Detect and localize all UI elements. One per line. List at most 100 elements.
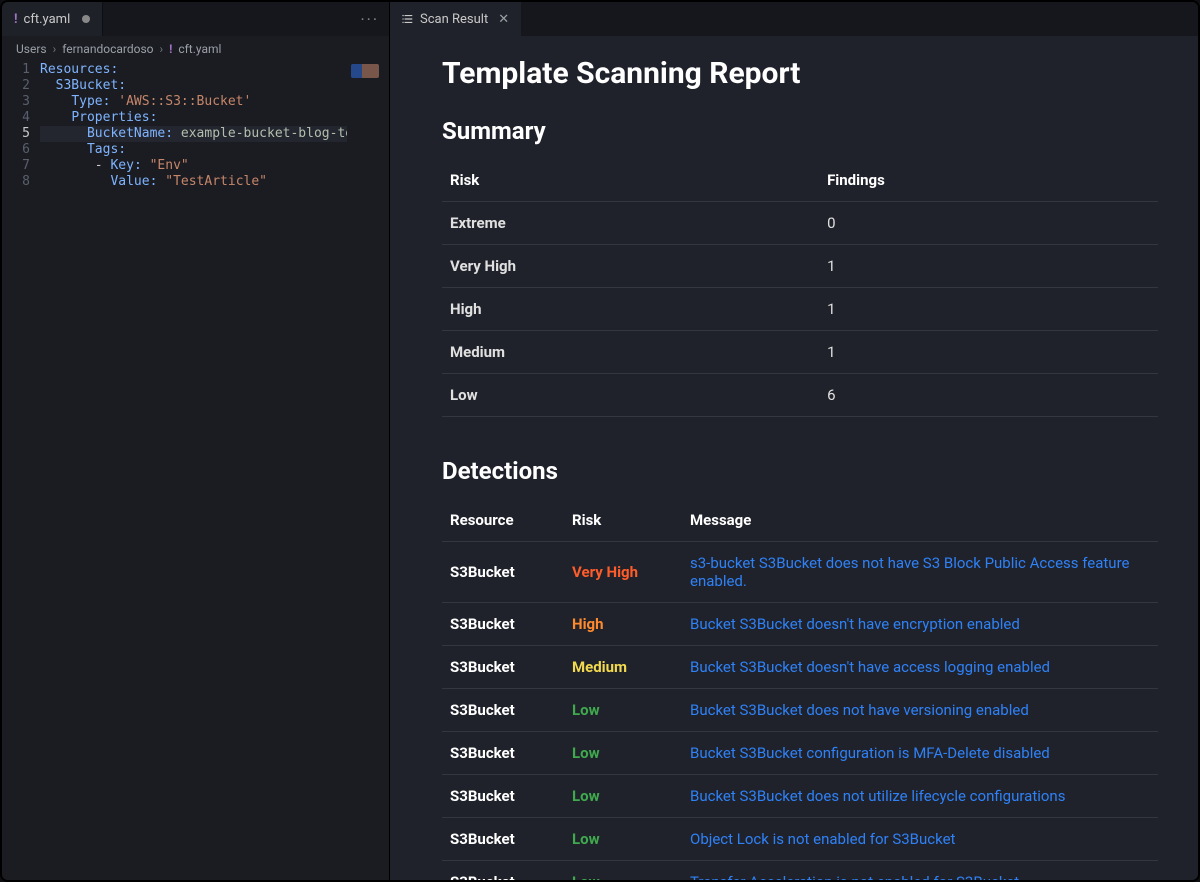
summary-table: Risk Findings Extreme0Very High1High1Med… <box>442 159 1158 417</box>
editor-tab-cft[interactable]: ! cft.yaml <box>2 2 103 36</box>
summary-findings: 6 <box>819 374 1158 417</box>
detection-risk: Low <box>564 689 682 732</box>
scan-result-tab[interactable]: Scan Result ✕ <box>390 2 521 36</box>
breadcrumb-seg[interactable]: Users <box>16 42 47 56</box>
detection-message-link[interactable]: s3-bucket S3Bucket does not have S3 Bloc… <box>690 554 1129 590</box>
detection-message-link[interactable]: Bucket S3Bucket doesn't have encryption … <box>690 615 1020 633</box>
detection-message-link[interactable]: Bucket S3Bucket does not utilize lifecyc… <box>690 787 1065 805</box>
code-line[interactable]: Value: "TestArticle" <box>40 174 389 190</box>
scan-tabbar: Scan Result ✕ <box>390 2 1198 36</box>
code-line[interactable]: - Key: "Env" <box>40 158 389 174</box>
detect-col-risk: Risk <box>564 499 682 542</box>
breadcrumb-seg[interactable]: fernandocardoso <box>62 42 153 56</box>
detection-row: S3BucketLow Transfer Acceleration is not … <box>442 861 1158 881</box>
code-line[interactable]: BucketName: example-bucket-blog-test <box>40 126 389 142</box>
breadcrumb[interactable]: Users › fernandocardoso › ! cft.yaml <box>2 36 389 62</box>
line-number: 2 <box>2 78 30 94</box>
detection-row: S3BucketLow Bucket S3Bucket does not have… <box>442 689 1158 732</box>
detection-message: Transfer Acceleration is not enabled for… <box>682 861 1158 881</box>
scan-tab-label: Scan Result <box>420 12 488 27</box>
detection-resource: S3Bucket <box>442 732 564 775</box>
summary-findings: 1 <box>819 331 1158 374</box>
detection-message: Object Lock is not enabled for S3Bucket <box>682 818 1158 861</box>
minimap-blob <box>351 64 379 78</box>
detection-risk: High <box>564 603 682 646</box>
app-window: ! cft.yaml ··· Users › fernandocardoso ›… <box>0 0 1200 882</box>
summary-heading: Summary <box>442 117 1158 159</box>
line-number: 5 <box>2 126 30 142</box>
detection-resource: S3Bucket <box>442 775 564 818</box>
scan-body[interactable]: Template Scanning Report Summary Risk Fi… <box>390 36 1198 880</box>
detection-message: Bucket S3Bucket doesn't have encryption … <box>682 603 1158 646</box>
yaml-icon: ! <box>169 42 172 56</box>
detection-row: S3BucketMedium Bucket S3Bucket doesn't ha… <box>442 646 1158 689</box>
line-number: 4 <box>2 110 30 126</box>
detections-table: Resource Risk Message S3BucketVery Highs… <box>442 499 1158 880</box>
detection-message-link[interactable]: Transfer Acceleration is not enabled for… <box>690 873 1019 880</box>
detection-message: Bucket S3Bucket configuration is MFA-Del… <box>682 732 1158 775</box>
detect-col-message: Message <box>682 499 1158 542</box>
line-number: 8 <box>2 174 30 190</box>
detection-risk: Medium <box>564 646 682 689</box>
detection-message: Bucket S3Bucket doesn't have access logg… <box>682 646 1158 689</box>
detection-row: S3BucketLowBucket S3Bucket does not util… <box>442 775 1158 818</box>
detection-resource: S3Bucket <box>442 603 564 646</box>
line-gutter: 12345678 <box>2 62 40 880</box>
detections-heading: Detections <box>442 457 1158 499</box>
line-number: 1 <box>2 62 30 78</box>
breadcrumb-seg[interactable]: cft.yaml <box>178 42 221 56</box>
code-editor[interactable]: 12345678 Resources: S3Bucket: Type: 'AWS… <box>2 62 389 880</box>
line-number: 6 <box>2 142 30 158</box>
detection-message-link[interactable]: Bucket S3Bucket does not have versioning… <box>690 701 1029 719</box>
detection-resource: S3Bucket <box>442 646 564 689</box>
report: Template Scanning Report Summary Risk Fi… <box>390 50 1198 880</box>
summary-findings: 1 <box>819 288 1158 331</box>
report-title: Template Scanning Report <box>442 50 1158 117</box>
summary-risk: Low <box>442 374 819 417</box>
close-icon[interactable]: ✕ <box>498 12 509 27</box>
detection-message: Bucket S3Bucket does not have versioning… <box>682 689 1158 732</box>
summary-row: Extreme0 <box>442 202 1158 245</box>
code-line[interactable]: Type: 'AWS::S3::Bucket' <box>40 94 389 110</box>
line-number: 7 <box>2 158 30 174</box>
summary-findings: 1 <box>819 245 1158 288</box>
code-line[interactable]: Properties: <box>40 110 389 126</box>
detection-risk: Low <box>564 732 682 775</box>
summary-row: Low6 <box>442 374 1158 417</box>
summary-risk: High <box>442 288 819 331</box>
code-body[interactable]: Resources: S3Bucket: Type: 'AWS::S3::Buc… <box>40 62 389 880</box>
chevron-right-icon: › <box>159 42 163 56</box>
list-icon <box>402 13 414 25</box>
detection-resource: S3Bucket <box>442 689 564 732</box>
summary-risk: Medium <box>442 331 819 374</box>
detection-risk: Low <box>564 861 682 881</box>
code-line[interactable]: Tags: <box>40 142 389 158</box>
line-number: 3 <box>2 94 30 110</box>
detection-message-link[interactable]: Bucket S3Bucket doesn't have access logg… <box>690 658 1050 676</box>
code-line[interactable]: Resources: <box>40 62 389 78</box>
modified-dot-icon <box>82 15 90 23</box>
code-line[interactable]: S3Bucket: <box>40 78 389 94</box>
minimap[interactable] <box>347 62 389 880</box>
summary-row: Medium1 <box>442 331 1158 374</box>
detect-col-resource: Resource <box>442 499 564 542</box>
detection-message-link[interactable]: Bucket S3Bucket configuration is MFA-Del… <box>690 744 1050 762</box>
summary-risk: Very High <box>442 245 819 288</box>
detection-resource: S3Bucket <box>442 818 564 861</box>
editor-more-icon[interactable]: ··· <box>360 10 389 29</box>
summary-risk: Extreme <box>442 202 819 245</box>
editor-pane: ! cft.yaml ··· Users › fernandocardoso ›… <box>2 2 390 880</box>
yaml-icon: ! <box>14 12 18 27</box>
detection-message-link[interactable]: Object Lock is not enabled for S3Bucket <box>690 830 955 848</box>
summary-col-risk: Risk <box>442 159 819 202</box>
chevron-right-icon: › <box>53 42 57 56</box>
detection-risk: Very High <box>564 542 682 603</box>
detection-resource: S3Bucket <box>442 542 564 603</box>
detection-risk: Low <box>564 818 682 861</box>
summary-row: Very High1 <box>442 245 1158 288</box>
detection-resource: S3Bucket <box>442 861 564 881</box>
summary-col-findings: Findings <box>819 159 1158 202</box>
summary-findings: 0 <box>819 202 1158 245</box>
editor-tabbar: ! cft.yaml ··· <box>2 2 389 36</box>
detection-message: s3-bucket S3Bucket does not have S3 Bloc… <box>682 542 1158 603</box>
